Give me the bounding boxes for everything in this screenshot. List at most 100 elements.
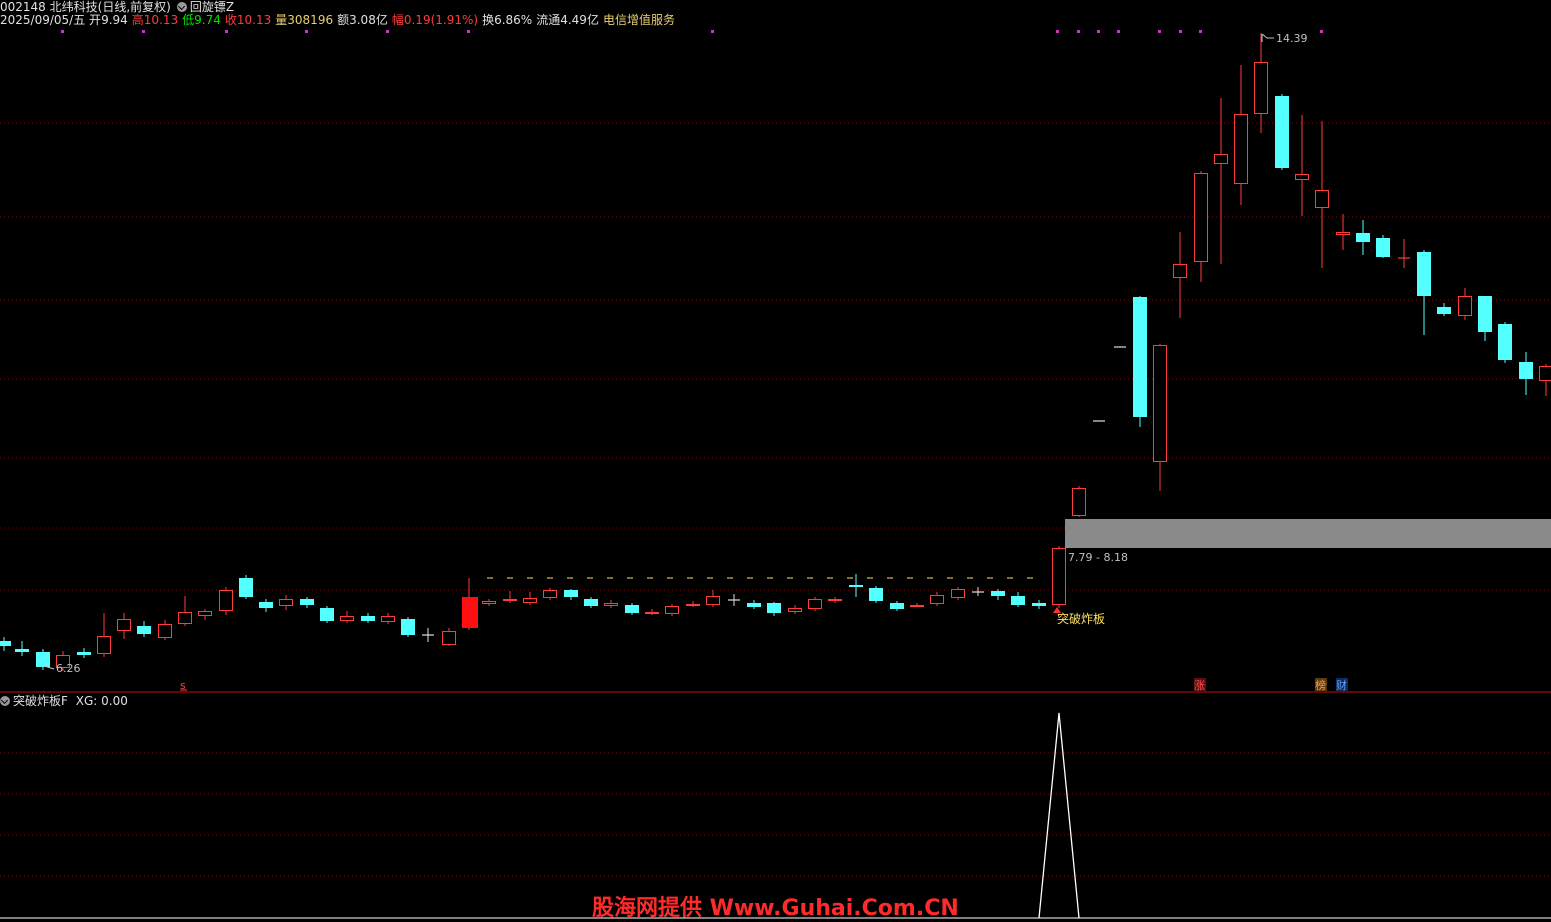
up-candle (605, 604, 618, 606)
bang-marker[interactable]: 榜 (1315, 678, 1326, 692)
signal-dot (1158, 30, 1161, 33)
down-candle (1417, 252, 1431, 296)
down-candle (1498, 324, 1512, 360)
xg-signal-spike (1039, 713, 1079, 918)
signal-dot (1056, 30, 1059, 33)
up-candle (1053, 549, 1066, 605)
up-candle (179, 613, 192, 624)
signal-dot (1077, 30, 1080, 33)
indicator-name[interactable]: 突破炸板F (13, 694, 68, 708)
price-zone-band (1065, 519, 1551, 548)
down-candle (36, 652, 50, 667)
up-candle (1459, 297, 1472, 316)
signal-dot (1320, 30, 1323, 33)
signal-dot (386, 30, 389, 33)
up-candle (443, 632, 456, 645)
up-candle (931, 596, 944, 604)
zhang-marker[interactable]: 涨 (1194, 679, 1205, 692)
up-candle (1174, 265, 1187, 278)
up-candle (1235, 115, 1248, 184)
down-candle (0, 641, 11, 646)
down-candle (890, 603, 904, 609)
down-candle (1275, 96, 1289, 168)
down-candle (1519, 362, 1533, 379)
down-candle (320, 608, 334, 621)
up-candle (118, 620, 131, 631)
signal-dot (61, 30, 64, 33)
high-arrow-icon (1262, 34, 1274, 42)
up-candle (341, 617, 354, 621)
down-candle (849, 585, 863, 587)
up-candle (544, 591, 557, 598)
up-candle (1215, 155, 1228, 164)
up-candle (220, 591, 233, 611)
up-candle (809, 600, 822, 609)
up-candle (382, 617, 395, 622)
up-candle (280, 600, 293, 606)
signal-dot (1179, 30, 1182, 33)
down-candle (1478, 296, 1492, 332)
up-candle (1337, 233, 1350, 235)
down-candle (1133, 297, 1147, 417)
down-candle (1356, 233, 1370, 242)
down-candle (77, 652, 91, 655)
low-price-marker: 6.26 (56, 662, 81, 675)
up-candle (952, 590, 965, 598)
up-candle (483, 602, 496, 604)
down-candle (564, 590, 578, 597)
signal-dot (711, 30, 714, 33)
down-candle (137, 626, 151, 634)
candles-layer[interactable] (0, 33, 1551, 671)
indicator-header: 突破炸板F XG: 0.00 (0, 694, 128, 708)
up-candle (1154, 346, 1167, 462)
up-candle (98, 637, 111, 654)
up-candle (789, 609, 802, 612)
xg-value: 0.00 (101, 694, 128, 708)
breakout-arrow-icon (1053, 607, 1061, 613)
down-candle (239, 578, 253, 597)
cai-marker[interactable]: 财 (1336, 678, 1347, 692)
up-candle (687, 605, 700, 606)
up-candle (504, 600, 517, 601)
watermark-text: 股海网提供 Www.Guhai.Com.CN (592, 890, 959, 922)
down-candle (1011, 596, 1025, 605)
up-candle (199, 612, 212, 616)
up-candle (666, 607, 679, 614)
indicator-gridlines (0, 753, 1551, 876)
up-candle (646, 613, 659, 614)
limit-up-candle (462, 597, 478, 628)
breakout-label: 突破炸板 (1057, 611, 1105, 626)
down-candle (300, 599, 314, 605)
down-candle (747, 603, 761, 607)
signal-dot (305, 30, 308, 33)
down-candle (1376, 238, 1390, 257)
chevron-down-icon[interactable] (0, 696, 10, 706)
up-candle (524, 599, 537, 603)
down-candle (625, 605, 639, 613)
up-candle (1255, 63, 1268, 114)
zone-range-label: 7.79 - 8.18 (1068, 551, 1128, 564)
signal-dot (1199, 30, 1202, 33)
signal-dot (142, 30, 145, 33)
high-price-marker: 14.39 (1276, 32, 1308, 45)
down-candle (361, 616, 375, 621)
signal-dot (467, 30, 470, 33)
down-candle (1032, 603, 1046, 606)
up-candle (911, 606, 924, 607)
signal-dot-markers (61, 30, 1323, 33)
down-candle (259, 602, 273, 608)
up-candle (707, 597, 720, 605)
down-candle (869, 588, 883, 601)
up-candle (1296, 175, 1309, 180)
down-candle (584, 599, 598, 606)
up-candle (1540, 367, 1551, 381)
signal-dot (1097, 30, 1100, 33)
candlestick-chart[interactable]: 14.39 6.26 7.79 - 8.18 突破炸板 s 涨 榜 财 (0, 0, 1551, 921)
down-candle (401, 619, 415, 635)
signal-dot (1117, 30, 1120, 33)
down-candle (767, 603, 781, 613)
up-candle (159, 625, 172, 638)
down-candle (15, 649, 29, 652)
up-candle (1073, 489, 1086, 516)
down-candle (991, 591, 1005, 596)
